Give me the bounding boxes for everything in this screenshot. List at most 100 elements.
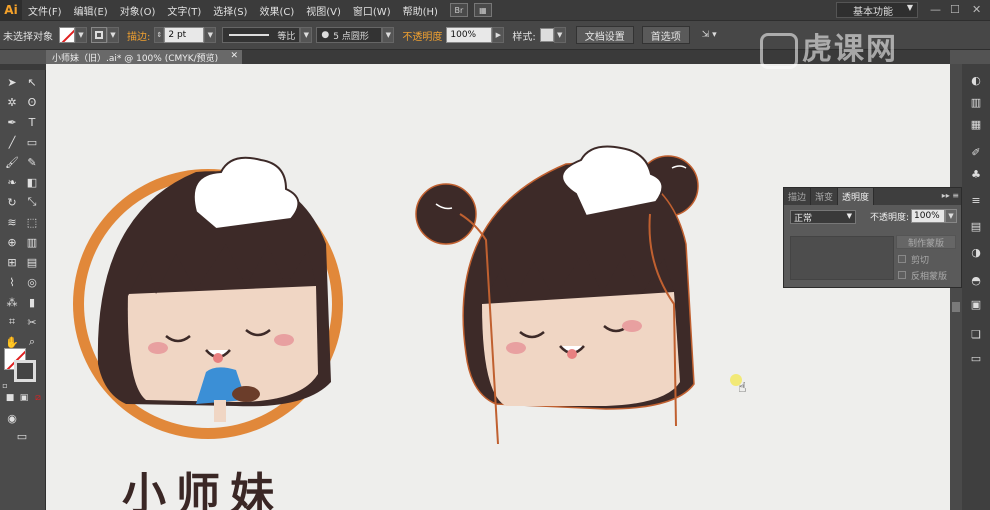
transparency-panel-icon[interactable]: ◑ (968, 244, 984, 260)
eraser-tool-icon[interactable]: ◧ (24, 174, 40, 190)
fill-dropdown[interactable]: ▼ (75, 27, 87, 43)
make-mask-button[interactable]: 制作蒙版 (896, 235, 956, 249)
lasso-tool-icon[interactable]: ʘ (24, 94, 40, 110)
brushes-icon[interactable]: ✐ (968, 144, 984, 160)
fill-swatch[interactable] (59, 27, 75, 43)
type-tool-icon[interactable]: T (24, 114, 40, 130)
profile-label: 等比 (277, 31, 296, 42)
width-tool-icon[interactable]: ≋ (4, 214, 20, 230)
profile-dropdown[interactable]: ▼ (300, 27, 313, 43)
zoom-tool-icon[interactable]: ⌕ (24, 334, 40, 350)
artboards-icon[interactable]: ▭ (968, 350, 984, 366)
brush-definition[interactable]: ● 5 点圆形 (316, 27, 383, 43)
stroke-swatch[interactable] (91, 27, 107, 43)
slice-tool-icon[interactable]: ✂ (24, 314, 40, 330)
color-panel-icon[interactable]: ◐ (968, 72, 984, 88)
mesh-tool-icon[interactable]: ⊞ (4, 254, 20, 270)
rectangle-tool-icon[interactable]: ▭ (24, 134, 40, 150)
menu-help[interactable]: 帮助(H) (397, 3, 444, 18)
column-graph-tool-icon[interactable]: ▮ (24, 294, 40, 310)
menu-edit[interactable]: 编辑(E) (68, 3, 114, 18)
stroke-weight-dropdown[interactable]: ▼ (204, 27, 217, 43)
tools-panel-header[interactable] (0, 64, 46, 70)
minimize-icon[interactable]: — (930, 3, 941, 16)
symbols-icon[interactable]: ♣ (968, 166, 984, 182)
preferences-button[interactable]: 首选项 (641, 26, 690, 44)
maximize-icon[interactable]: ☐ (950, 3, 960, 16)
stroke-weight-input[interactable]: 2 pt (164, 27, 205, 43)
tab-transparency[interactable]: 透明度 (838, 188, 875, 205)
draw-mode-icon[interactable]: ◉ (4, 410, 20, 426)
blend-mode-select[interactable]: 正常 ▼ (790, 210, 856, 224)
style-dropdown[interactable]: ▼ (553, 27, 566, 43)
panel-opacity-dropdown[interactable]: ▼ (945, 209, 957, 223)
brush-dropdown[interactable]: ▼ (382, 27, 395, 43)
swatches-icon[interactable]: ▦ (968, 116, 984, 132)
appearance-icon[interactable]: ◓ (968, 272, 984, 288)
panel-opacity-input[interactable]: 100% (911, 209, 945, 223)
scale-tool-icon[interactable]: ⤡ (24, 194, 40, 210)
stroke-label[interactable]: 描边: (127, 28, 150, 43)
illustrator-window: Ai 文件(F) 编辑(E) 对象(O) 文字(T) 选择(S) 效果(C) 视… (0, 0, 990, 510)
tab-gradient[interactable]: 渐变 (811, 188, 839, 205)
blend-tool-icon[interactable]: ◎ (24, 274, 40, 290)
menu-file[interactable]: 文件(F) (22, 3, 68, 18)
opacity-label[interactable]: 不透明度 (402, 28, 442, 43)
pencil-tool-icon[interactable]: ✎ (24, 154, 40, 170)
line-tool-icon[interactable]: ╱ (4, 134, 20, 150)
opacity-input[interactable]: 100% (446, 27, 493, 43)
stroke-color-box[interactable] (14, 360, 36, 382)
scrollbar-thumb[interactable] (952, 302, 960, 312)
color-mode-icon[interactable]: ■ (4, 392, 16, 404)
pen-tool-icon[interactable]: ✒ (4, 114, 20, 130)
menu-select[interactable]: 选择(S) (207, 3, 253, 18)
symbol-sprayer-tool-icon[interactable]: ⁂ (4, 294, 20, 310)
menu-effect[interactable]: 效果(C) (253, 3, 300, 18)
gradient-tool-icon[interactable]: ▤ (24, 254, 40, 270)
paintbrush-tool-icon[interactable]: 🖌 (4, 154, 20, 170)
blend-mode-value: 正常 (794, 213, 813, 224)
menu-window[interactable]: 窗口(W) (347, 3, 397, 18)
workspace-switcher[interactable]: 基本功能 ▼ (836, 2, 918, 18)
bridge-icon[interactable]: Br (449, 3, 468, 17)
perspective-grid-tool-icon[interactable]: ▥ (24, 234, 40, 250)
clip-checkbox[interactable]: 剪切 (898, 253, 929, 266)
blob-brush-tool-icon[interactable]: ❧ (4, 174, 20, 190)
document-tab[interactable]: 小师妹（旧）.ai* @ 100% (CMYK/预览) ✕ (46, 50, 242, 64)
layers-icon[interactable]: ❏ (968, 326, 984, 342)
graphic-styles-icon[interactable]: ▣ (968, 296, 984, 312)
document-setup-button[interactable]: 文档设置 (575, 26, 634, 44)
free-transform-tool-icon[interactable]: ⬚ (24, 214, 40, 230)
menu-view[interactable]: 视图(V) (300, 3, 347, 18)
artboard-tool-icon[interactable]: ⌗ (4, 314, 20, 330)
panel-opacity-label: 不透明度: (870, 213, 910, 223)
stroke-dropdown[interactable]: ▼ (107, 27, 119, 43)
arrange-documents-icon[interactable]: ▦ (473, 3, 492, 17)
menu-type[interactable]: 文字(T) (161, 3, 207, 18)
magic-wand-tool-icon[interactable]: ✲ (4, 94, 20, 110)
rotate-tool-icon[interactable]: ↻ (4, 194, 20, 210)
close-icon[interactable]: ✕ (972, 3, 981, 16)
stroke-panel-icon[interactable]: ≡ (968, 192, 984, 208)
direct-selection-tool-icon[interactable]: ↖ (24, 74, 40, 90)
color-guide-icon[interactable]: ▥ (968, 94, 984, 110)
graphic-style-swatch[interactable] (539, 28, 554, 42)
none-mode-icon[interactable]: ⧄ (32, 392, 44, 404)
eyedropper-tool-icon[interactable]: ⌇ (4, 274, 20, 290)
screen-mode-icon[interactable]: ▭ (12, 428, 32, 444)
gradient-mode-icon[interactable]: ▣ (18, 392, 30, 404)
shape-builder-tool-icon[interactable]: ⊕ (4, 234, 20, 250)
panel-menu-icon[interactable]: ▸▸ ≡ (942, 191, 959, 200)
stroke-stepper[interactable]: ⇕ (154, 27, 165, 43)
brush-dot-icon: ● (321, 30, 330, 40)
close-tab-icon[interactable]: ✕ (230, 51, 238, 61)
default-colors-icon[interactable]: ▫ (0, 380, 10, 390)
selection-tool-icon[interactable]: ➤ (4, 74, 20, 90)
menu-object[interactable]: 对象(O) (114, 3, 162, 18)
opacity-dropdown[interactable]: ▶ (492, 27, 505, 43)
gradient-panel-icon[interactable]: ▤ (968, 218, 984, 234)
invert-mask-checkbox[interactable]: 反相蒙版 (898, 269, 947, 282)
tab-stroke[interactable]: 描边 (784, 188, 812, 205)
variable-width-profile[interactable]: 等比 (222, 27, 301, 43)
align-options-icon[interactable]: ⇲ ▾ (698, 27, 721, 43)
